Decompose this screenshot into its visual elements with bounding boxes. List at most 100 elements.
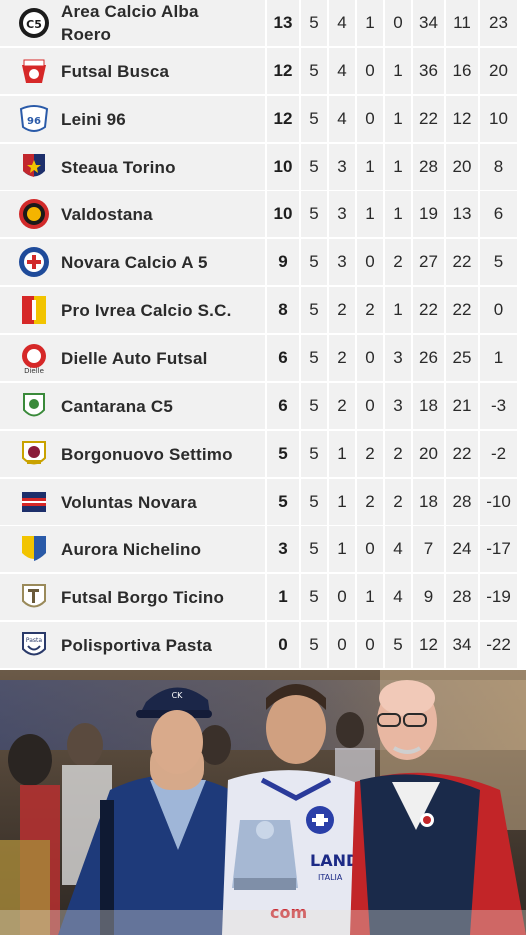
team-name: Dielle Auto Futsal: [61, 348, 208, 368]
stat-cell: 3: [329, 144, 355, 190]
stat-cell: 3: [329, 239, 355, 285]
stat-cell: 12: [413, 622, 444, 668]
stat-cell: 18: [413, 383, 444, 429]
stat-cell: 2: [357, 479, 383, 525]
stat-cell: 5: [301, 574, 327, 620]
svg-text:Dielle: Dielle: [24, 367, 44, 374]
stat-cell: 1: [480, 335, 517, 381]
stat-cell: 1: [385, 144, 411, 190]
team-name: Voluntas Novara: [61, 492, 197, 512]
novara-calcio-logo: [18, 246, 50, 278]
stat-cell: 1: [329, 431, 355, 477]
stat-cell: 21: [446, 383, 478, 429]
stat-cell: 34: [446, 622, 478, 668]
team-cell: Borgonuovo Settimo: [0, 431, 265, 477]
table-row: Cantarana C5 6 5 2 0 3 18 21 -3: [0, 383, 526, 429]
stat-cell: 1: [385, 48, 411, 94]
stat-cell: 4: [329, 0, 355, 46]
area-calcio-alba-roero-logo: C5: [18, 7, 50, 39]
table-row: Pasta Polisportiva Pasta 0 5 0 0 5 12 34 -22: [0, 622, 526, 668]
stat-cell: 5: [301, 48, 327, 94]
team-name: Steaua Torino: [61, 157, 176, 177]
svg-text:Pasta: Pasta: [26, 637, 43, 644]
stat-cell: 20: [446, 144, 478, 190]
stat-cell: 5: [301, 191, 327, 237]
points-cell: 5: [267, 479, 299, 525]
points-cell: 1: [267, 574, 299, 620]
team-cell: Pro Ivrea Calcio S.C.: [0, 287, 265, 333]
stat-cell: 5: [301, 287, 327, 333]
table-row: Aurora Nichelino 3 5 1 0 4 7 24 -17: [0, 526, 526, 572]
table-row: Novara Calcio A 5 9 5 3 0 2 27 22 5: [0, 239, 526, 285]
team-cell: Dielle Dielle Auto Futsal: [0, 335, 265, 381]
stat-cell: 20: [413, 431, 444, 477]
team-cell: 96 Leini 96: [0, 96, 265, 142]
stat-cell: 25: [446, 335, 478, 381]
points-cell: 13: [267, 0, 299, 46]
stat-cell: 26: [413, 335, 444, 381]
standings-table: C5 Area Calcio Alba Roero 13 5 4 1 0 34 11 23 Futs…: [0, 0, 526, 670]
stat-cell: 4: [385, 574, 411, 620]
team-photo: CK LAND ITALIA com: [0, 670, 526, 935]
stat-cell: 5: [301, 479, 327, 525]
team-cell: Novara Calcio A 5: [0, 239, 265, 285]
cantarana-logo: [18, 390, 50, 422]
points-cell: 10: [267, 144, 299, 190]
polisportiva-pasta-logo: Pasta: [18, 629, 50, 661]
team-cell: Cantarana C5: [0, 383, 265, 429]
stat-cell: 0: [357, 96, 383, 142]
table-row: Steaua Torino 10 5 3 1 1 28 20 8: [0, 144, 526, 190]
stat-cell: 5: [480, 239, 517, 285]
points-cell: 9: [267, 239, 299, 285]
points-cell: 12: [267, 96, 299, 142]
team-name: Futsal Busca: [61, 61, 170, 81]
stat-cell: 10: [480, 96, 517, 142]
aurora-nichelino-logo: [18, 533, 50, 565]
stat-cell: 7: [413, 526, 444, 572]
table-row: Futsal Busca 12 5 4 0 1 36 16 20: [0, 48, 526, 94]
team-name: Novara Calcio A 5: [61, 252, 208, 272]
stat-cell: 5: [301, 383, 327, 429]
stat-cell: 2: [329, 287, 355, 333]
pro-ivrea-logo: [18, 294, 50, 326]
steaua-torino-logo: [18, 151, 50, 183]
points-cell: 3: [267, 526, 299, 572]
stat-cell: 0: [357, 526, 383, 572]
table-row: 96 Leini 96 12 5 4 0 1 22 12 10: [0, 96, 526, 142]
stat-cell: 5: [301, 526, 327, 572]
stat-cell: 2: [385, 431, 411, 477]
team-cell: Voluntas Novara: [0, 479, 265, 525]
team-cell: Aurora Nichelino: [0, 526, 265, 572]
futsal-busca-logo: [18, 55, 50, 87]
stat-cell: 5: [301, 335, 327, 381]
points-cell: 0: [267, 622, 299, 668]
stat-cell: 1: [329, 526, 355, 572]
stat-cell: 9: [413, 574, 444, 620]
stat-cell: 2: [329, 383, 355, 429]
svg-text:96: 96: [27, 116, 41, 127]
leini-96-logo: 96: [18, 103, 50, 135]
stat-cell: 27: [413, 239, 444, 285]
team-name: Futsal Borgo Ticino: [61, 587, 225, 607]
stat-cell: 18: [413, 479, 444, 525]
stat-cell: 1: [385, 287, 411, 333]
team-name: Pro Ivrea Calcio S.C.: [61, 300, 232, 320]
stat-cell: 6: [480, 191, 517, 237]
team-name: Leini 96: [61, 109, 126, 129]
stat-cell: 8: [480, 144, 517, 190]
stat-cell: 0: [385, 0, 411, 46]
stat-cell: -17: [480, 526, 517, 572]
team-name: Cantarana C5: [61, 396, 173, 416]
team-name: Polisportiva Pasta: [61, 635, 212, 655]
valdostana-logo: [18, 198, 50, 230]
stat-cell: -3: [480, 383, 517, 429]
voluntas-novara-logo: [18, 486, 50, 518]
stat-cell: 5: [301, 622, 327, 668]
stat-cell: 28: [446, 479, 478, 525]
team-name: Aurora Nichelino: [61, 539, 202, 559]
points-cell: 8: [267, 287, 299, 333]
stat-cell: 0: [357, 48, 383, 94]
stat-cell: 0: [329, 574, 355, 620]
stat-cell: 0: [357, 239, 383, 285]
stat-cell: 0: [329, 622, 355, 668]
